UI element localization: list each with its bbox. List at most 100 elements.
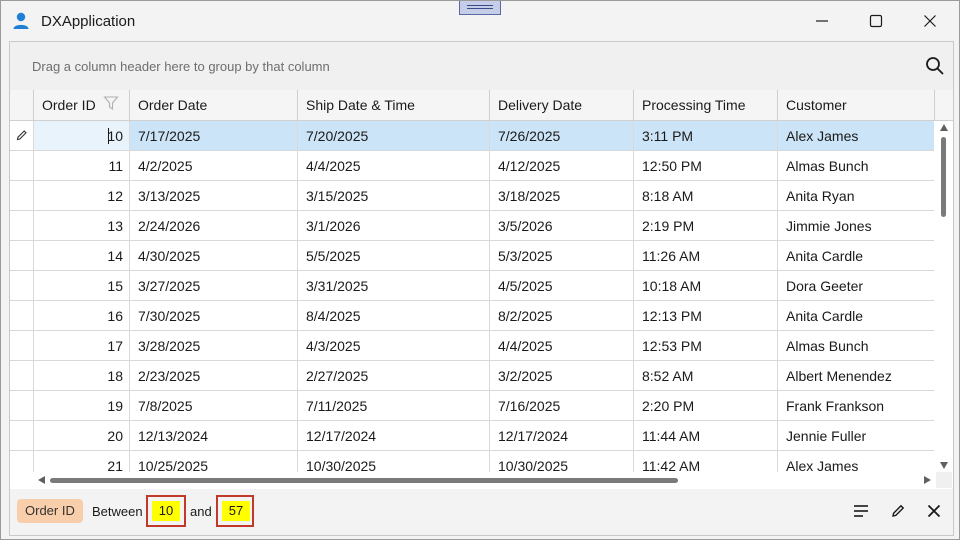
table-row[interactable]: 19 7/8/2025 7/11/2025 7/16/2025 2:20 PM Frank… xyxy=(10,391,934,421)
table-cell[interactable]: 10/25/2025 xyxy=(130,451,298,472)
table-cell[interactable]: 4/4/2025 xyxy=(490,331,634,361)
row-indicator[interactable] xyxy=(10,451,34,472)
table-cell[interactable]: 10/30/2025 xyxy=(490,451,634,472)
table-cell[interactable]: Dora Geeter xyxy=(778,271,934,301)
table-cell[interactable]: 11:26 AM xyxy=(634,241,778,271)
table-cell[interactable]: 12 xyxy=(34,181,130,211)
table-row[interactable]: 17 3/28/2025 4/3/2025 4/4/2025 12:53 PM Almas… xyxy=(10,331,934,361)
table-cell[interactable]: 5/3/2025 xyxy=(490,241,634,271)
table-cell[interactable]: Anita Ryan xyxy=(778,181,934,211)
table-cell[interactable]: 19 xyxy=(34,391,130,421)
table-row[interactable]: 12 3/13/2025 3/15/2025 3/18/2025 8:18 AM Anit… xyxy=(10,181,934,211)
row-indicator[interactable] xyxy=(10,361,34,391)
table-cell[interactable]: 13 xyxy=(34,211,130,241)
table-cell[interactable]: 8:18 AM xyxy=(634,181,778,211)
table-cell[interactable]: 8:52 AM xyxy=(634,361,778,391)
column-header-ship-date[interactable]: Ship Date & Time xyxy=(298,90,490,120)
table-cell[interactable]: 8/4/2025 xyxy=(298,301,490,331)
table-cell[interactable]: 3/13/2025 xyxy=(130,181,298,211)
table-cell[interactable]: Alex James xyxy=(778,121,934,151)
vertical-scrollbar[interactable] xyxy=(936,121,952,472)
table-row[interactable]: 16 7/30/2025 8/4/2025 8/2/2025 12:13 PM Anita… xyxy=(10,301,934,331)
table-cell[interactable]: 11:44 AM xyxy=(634,421,778,451)
table-cell[interactable]: 7/30/2025 xyxy=(130,301,298,331)
table-cell[interactable]: 4/2/2025 xyxy=(130,151,298,181)
scroll-down-icon[interactable] xyxy=(940,462,948,469)
edit-filter-button[interactable] xyxy=(887,500,909,522)
row-indicator[interactable] xyxy=(10,391,34,421)
table-cell[interactable]: 7/11/2025 xyxy=(298,391,490,421)
table-cell[interactable]: 7/17/2025 xyxy=(130,121,298,151)
table-cell[interactable]: Almas Bunch xyxy=(778,331,934,361)
table-cell[interactable]: 16 xyxy=(34,301,130,331)
close-window-button[interactable] xyxy=(907,1,953,41)
table-cell[interactable]: 4/12/2025 xyxy=(490,151,634,181)
table-row[interactable]: 11 4/2/2025 4/4/2025 4/12/2025 12:50 PM Almas… xyxy=(10,151,934,181)
table-cell[interactable]: Frank Frankson xyxy=(778,391,934,421)
table-cell[interactable]: 7/8/2025 xyxy=(130,391,298,421)
scroll-left-icon[interactable] xyxy=(38,476,45,484)
scroll-up-icon[interactable] xyxy=(940,124,948,131)
table-row[interactable]: 21 10/25/2025 10/30/2025 10/30/2025 11:42 AM… xyxy=(10,451,934,472)
table-cell[interactable]: 12/13/2024 xyxy=(130,421,298,451)
table-row[interactable]: 15 3/27/2025 3/31/2025 4/5/2025 10:18 AM Dora… xyxy=(10,271,934,301)
table-cell[interactable]: 2/27/2025 xyxy=(298,361,490,391)
table-cell[interactable]: 11:42 AM xyxy=(634,451,778,472)
filter-icon[interactable] xyxy=(103,95,119,111)
table-cell[interactable]: 12:53 PM xyxy=(634,331,778,361)
table-row[interactable]: 20 12/13/2024 12/17/2024 12/17/2024 11:44 AM… xyxy=(10,421,934,451)
table-cell[interactable]: 10:18 AM xyxy=(634,271,778,301)
table-cell[interactable]: Albert Menendez xyxy=(778,361,934,391)
table-cell[interactable]: 3/27/2025 xyxy=(130,271,298,301)
maximize-button[interactable] xyxy=(853,1,899,41)
filter-value-from[interactable]: 10 xyxy=(146,495,186,527)
table-cell[interactable]: 2:19 PM xyxy=(634,211,778,241)
table-cell[interactable]: 2/23/2025 xyxy=(130,361,298,391)
column-header-customer[interactable]: Customer xyxy=(778,90,935,120)
table-cell[interactable]: 7/26/2025 xyxy=(490,121,634,151)
row-indicator[interactable] xyxy=(10,151,34,181)
table-cell[interactable]: Anita Cardle xyxy=(778,241,934,271)
table-cell[interactable]: 2:20 PM xyxy=(634,391,778,421)
table-cell[interactable]: Anita Cardle xyxy=(778,301,934,331)
table-row[interactable]: 13 2/24/2026 3/1/2026 3/5/2026 2:19 PM Jimmie… xyxy=(10,211,934,241)
table-row[interactable]: 18 2/23/2025 2/27/2025 3/2/2025 8:52 AM Alber… xyxy=(10,361,934,391)
table-cell[interactable]: 4/30/2025 xyxy=(130,241,298,271)
table-cell[interactable]: 12/17/2024 xyxy=(490,421,634,451)
table-cell[interactable]: 5/5/2025 xyxy=(298,241,490,271)
table-cell[interactable]: 15 xyxy=(34,271,130,301)
row-indicator[interactable] xyxy=(10,421,34,451)
table-cell[interactable]: 3/2/2025 xyxy=(490,361,634,391)
table-cell[interactable]: 4/4/2025 xyxy=(298,151,490,181)
row-indicator[interactable] xyxy=(10,181,34,211)
table-cell[interactable]: 3/31/2025 xyxy=(298,271,490,301)
row-indicator[interactable] xyxy=(10,271,34,301)
table-cell[interactable]: 4/3/2025 xyxy=(298,331,490,361)
table-cell[interactable]: 3:11 PM xyxy=(634,121,778,151)
vertical-scroll-thumb[interactable] xyxy=(941,137,946,217)
search-icon[interactable] xyxy=(925,56,945,76)
table-cell[interactable]: 2/24/2026 xyxy=(130,211,298,241)
group-panel[interactable]: Drag a column header here to group by th… xyxy=(10,42,953,91)
table-cell[interactable]: Jennie Fuller xyxy=(778,421,934,451)
horizontal-scroll-thumb[interactable] xyxy=(50,478,678,483)
row-indicator[interactable] xyxy=(10,121,34,151)
table-row[interactable]: 14 4/30/2025 5/5/2025 5/3/2025 11:26 AM Anita… xyxy=(10,241,934,271)
table-cell[interactable]: 3/18/2025 xyxy=(490,181,634,211)
table-cell[interactable]: 20 xyxy=(34,421,130,451)
scroll-right-icon[interactable] xyxy=(924,476,931,484)
column-header-delivery-date[interactable]: Delivery Date xyxy=(490,90,634,120)
filter-operator[interactable]: Between xyxy=(92,504,143,519)
table-cell[interactable]: 18 xyxy=(34,361,130,391)
row-indicator[interactable] xyxy=(10,331,34,361)
table-cell[interactable]: 3/5/2026 xyxy=(490,211,634,241)
table-cell[interactable]: 10/30/2025 xyxy=(298,451,490,472)
table-cell[interactable]: 3/15/2025 xyxy=(298,181,490,211)
column-header-order-id[interactable]: Order ID xyxy=(34,90,130,120)
table-row-focused[interactable]: 10 7/17/2025 7/20/2025 7/26/2025 3:11 PM Alex… xyxy=(10,121,934,151)
table-cell[interactable]: 3/28/2025 xyxy=(130,331,298,361)
table-cell[interactable]: 21 xyxy=(34,451,130,472)
table-cell[interactable]: 17 xyxy=(34,331,130,361)
row-indicator[interactable] xyxy=(10,241,34,271)
title-bar[interactable]: DXApplication xyxy=(1,1,959,41)
